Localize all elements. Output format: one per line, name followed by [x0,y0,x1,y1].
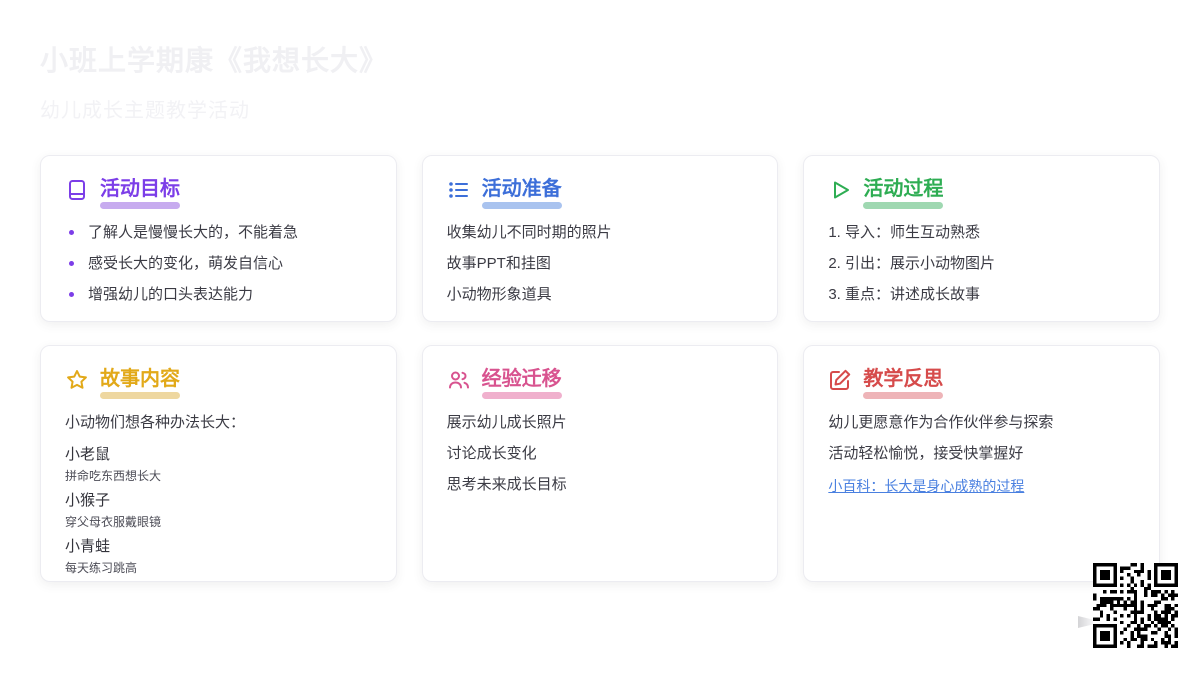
list-item: 展示幼儿成长照片 [446,414,567,431]
card-body: 1. 导入：师生互动熟悉 2. 引出：展示小动物图片 3. 重点：讲述成长故事 [828,222,1137,305]
list-item: 讨论成长变化 [446,445,537,462]
list-item: 增强幼儿的口头表达能力 [65,284,374,305]
title-underline [100,202,180,209]
title-underline [863,392,944,399]
title-underline [481,202,562,209]
card-body: 了解人是慢慢长大的，不能着急 感受长大的变化，萌发自信心 增强幼儿的口头表达能力 [65,222,374,305]
card-grid: 活动目标 了解人是慢慢长大的，不能着急 感受长大的变化，萌发自信心 增强幼儿的口头表… [40,155,1160,582]
card-body: 幼儿更愿意作为合作伙伴参与探索 活动轻松愉悦，接受快掌握好 小百科：长大是身心成熟的… [828,412,1137,496]
qr-code [1093,563,1178,648]
story-role: 小猴子穿父母衣服戴眼镜 [65,491,374,530]
card-title: 故事内容 [100,368,180,390]
card-body: 收集幼儿不同时期的照片 故事PPT和挂图 小动物形象道具 [447,222,756,305]
list-item: 思考未来成长目标 [446,476,567,493]
card-header: 故事内容 [65,367,374,399]
card-experience-transfer: 经验迁移 展示幼儿成长照片 讨论成长变化思考未来成长目标 [421,345,779,582]
edit-icon [828,368,852,392]
card-activity-goals: 活动目标 了解人是慢慢长大的，不能着急 感受长大的变化，萌发自信心 增强幼儿的口头表… [40,155,397,322]
list-icon [447,178,471,202]
page-subtitle: 幼儿成长主题教学活动 [40,99,250,122]
story-role: 小青蛙 每天练习跳高 [65,537,374,576]
page-title: 小班上学期康《我想长大》 [40,45,389,76]
title-underline [481,392,562,399]
card-activity-process: 活动过程 1. 导入：师生互动熟悉 2. 引出：展示小动物图片 3. 重点：讲述成长… [803,155,1160,322]
star-icon [65,368,89,392]
list-item: 1. 导入：师生互动熟悉 [828,224,981,241]
card-activity-preparation: 活动准备 收集幼儿不同时期的照片 故事PPT和挂图 小动物形象道具 [421,155,779,322]
card-title: 活动过程 [863,178,944,200]
story-role-name: 小青蛙 [65,538,111,555]
card-body: 小动物们想各种办法长大： 小老鼠拼命吃东西想长大 小猴子穿父母衣服戴眼镜 小青蛙每天练… [65,412,374,576]
card-header: 活动目标 [65,177,374,209]
card-header: 经验迁移 [447,367,756,399]
intro-line: 小动物们想各种办法长大： [65,414,246,431]
card-body: 展示幼儿成长照片 讨论成长变化思考未来成长目标 [447,412,756,495]
card-title: 活动准备 [481,178,562,200]
card-title: 活动目标 [100,178,180,200]
users-icon [447,368,471,392]
story-role-desc: 每天练习跳高 [65,561,138,575]
list-item: 了解人是慢慢长大的，不能着急 [65,222,374,243]
list-item: 幼儿更愿意作为合作伙伴参与探索 [828,414,1054,431]
card-header: 活动准备 [447,177,756,209]
bullet-dot [69,261,74,266]
story-role-name: 小猴子 [65,492,111,509]
bullet-dot [69,230,74,235]
card-story-content: 故事内容 小动物们想各种办法长大： 小老鼠 拼命吃东西想长大 小猴子 穿父母衣服戴眼镜小… [40,345,397,582]
list-item: 2. 引出：展示小动物图片 [828,255,996,272]
list-item: 活动轻松愉悦，接受快掌握好 [828,445,1024,462]
card-header: 教学反思 [828,367,1137,399]
baike-link[interactable]: 小百科：长大是身心成熟的过程 [828,476,1024,496]
list-item: 感受长大的变化，萌发自信心 [65,253,374,274]
list-item: 故事PPT和挂图 [446,255,551,272]
card-header: 活动过程 [828,177,1137,209]
bullet-dot [69,292,74,297]
card-title: 经验迁移 [481,368,562,390]
card-title: 教学反思 [863,368,944,390]
story-role: 小老鼠拼命吃东西想长大 [65,445,374,484]
card-teaching-reflection: 教学反思 幼儿更愿意作为合作伙伴参与探索 活动轻松愉悦，接受快掌握好 小百科：长大是… [803,345,1160,582]
story-role-desc: 穿父母衣服戴眼镜 [65,515,162,529]
book-icon [65,178,89,202]
page-curl-artifact [1078,616,1093,628]
page-header: 小班上学期康《我想长大》 幼儿成长主题教学活动 [40,44,388,123]
list-item: 收集幼儿不同时期的照片 [446,224,612,241]
story-role-name: 小老鼠 [65,446,111,463]
list-item: 3. 重点：讲述成长故事 [828,286,981,303]
title-underline [100,392,180,399]
list-item: 小动物形象道具 [446,286,552,303]
story-role-desc: 拼命吃东西想长大 [65,469,162,483]
title-underline [863,202,944,209]
play-icon [828,178,852,202]
